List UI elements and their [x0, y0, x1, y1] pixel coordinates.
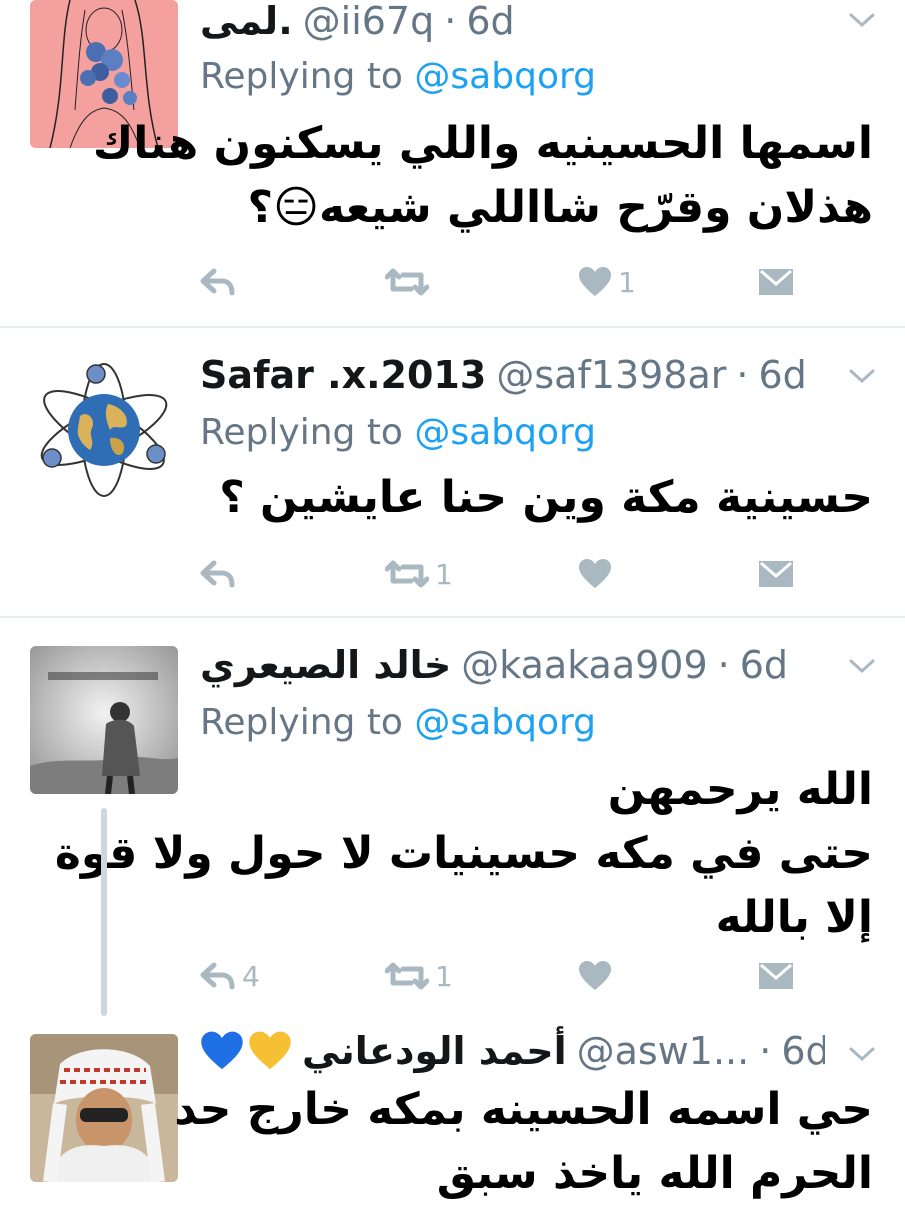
retweet-icon: [385, 962, 429, 990]
like-button[interactable]: 1: [578, 262, 636, 302]
chevron-down-icon[interactable]: [847, 656, 877, 676]
tweet-text-line: إلا بالله: [715, 892, 873, 943]
thread-connector-line: [101, 808, 107, 1016]
display-name[interactable]: Safar .x.2013: [200, 353, 486, 397]
envelope-icon: [759, 561, 793, 587]
tweet-text: حي اسمه الحسينه بمكه خارج حد الحرم الله …: [174, 1078, 873, 1206]
tweet-text: حسينية مكة وين حنا عايشين ؟: [200, 466, 873, 530]
chevron-down-icon[interactable]: [847, 1044, 877, 1064]
tweet-header: لمى. @ii67q · 6d: [200, 0, 825, 46]
display-name[interactable]: أحمد الودعاني: [302, 1029, 567, 1073]
timestamp[interactable]: 6d: [758, 353, 806, 397]
retweet-button[interactable]: [385, 262, 435, 302]
tweet-text: الله يرحمهن حتى في مكه حسينيات لا حول ول…: [54, 758, 873, 950]
retweet-button[interactable]: 1: [385, 554, 453, 594]
retweet-count: 1: [435, 557, 453, 591]
chevron-down-icon[interactable]: [847, 10, 877, 30]
replying-to-label: Replying to: [200, 412, 403, 453]
tweet-text-line: حي اسمه الحسينه بمكه خارج حد: [174, 1084, 873, 1135]
timestamp[interactable]: 6d: [466, 0, 514, 43]
direct-message-button[interactable]: [758, 956, 794, 996]
tweet-actions: 1: [200, 554, 800, 594]
tweet[interactable]: لمى. @ii67q · 6d Replying to @sabqorg اس…: [0, 0, 905, 326]
separator-dot: ·: [736, 353, 749, 397]
replying-to-label: Replying to: [200, 702, 403, 743]
reply-button[interactable]: [200, 262, 242, 302]
avatar[interactable]: [30, 1034, 178, 1182]
tweet-text-line: الله يرحمهن: [607, 764, 873, 815]
tweet[interactable]: أحمد الودعاني @asw1... · 6d حي اسمه الحس…: [0, 1020, 905, 1200]
retweet-icon: [385, 560, 429, 588]
mention-link[interactable]: @sabqorg: [414, 412, 596, 453]
avatar-image: [30, 350, 178, 498]
avatar-image: [30, 1034, 178, 1182]
tweet-header: أحمد الودعاني @asw1... · 6d: [200, 1026, 825, 1076]
retweet-icon: [385, 268, 429, 296]
heart-icon: [579, 559, 611, 588]
tweet[interactable]: Safar .x.2013 @saf1398ar · 6d Replying t…: [0, 328, 905, 616]
user-handle[interactable]: @kaakaa909: [461, 643, 707, 687]
yellow-heart-icon: [249, 1031, 291, 1070]
tweet-actions: 4 1: [200, 956, 800, 996]
direct-message-button[interactable]: [758, 554, 794, 594]
reply-icon: [200, 962, 235, 990]
like-count: 1: [618, 265, 636, 299]
mention-link[interactable]: @sabqorg: [414, 56, 596, 97]
replying-to: Replying to @sabqorg: [200, 412, 596, 453]
reply-icon: [200, 560, 235, 588]
heart-icon: [579, 961, 611, 990]
envelope-icon: [759, 269, 793, 295]
tweet-header: Safar .x.2013 @saf1398ar · 6d: [200, 350, 825, 400]
separator-dot: ·: [759, 1029, 772, 1073]
reply-button[interactable]: [200, 554, 242, 594]
tweet-text-line: اسمها الحسينيه واللي يسكنون هناك: [92, 118, 873, 169]
reply-icon: [200, 268, 235, 296]
replying-to: Replying to @sabqorg: [200, 56, 596, 97]
timestamp[interactable]: 6d: [740, 643, 788, 687]
tweet-actions: 1: [200, 262, 800, 302]
replying-to: Replying to @sabqorg: [200, 702, 596, 743]
separator-dot: ·: [444, 0, 457, 43]
user-handle[interactable]: @ii67q: [303, 0, 435, 43]
avatar[interactable]: [30, 350, 178, 498]
display-name[interactable]: خالد الصيعري: [200, 643, 451, 687]
retweet-count: 1: [435, 959, 453, 993]
replying-to-label: Replying to: [200, 56, 403, 97]
user-handle[interactable]: @saf1398ar: [496, 353, 726, 397]
chevron-down-icon[interactable]: [847, 366, 877, 386]
envelope-icon: [759, 963, 793, 989]
separator-dot: ·: [717, 643, 730, 687]
blue-heart-icon: [201, 1031, 243, 1070]
heart-icon: [579, 267, 611, 296]
tweet-text-line: هذلان وقرّح شااللي شيعه😑؟: [247, 182, 873, 233]
tweet-text-line: الحرم الله ياخذ سبق: [436, 1148, 873, 1199]
tweet-text-line: حتى في مكه حسينيات لا حول ولا قوة: [54, 828, 873, 879]
user-handle[interactable]: @asw1...: [577, 1029, 750, 1073]
tweet-header: خالد الصيعري @kaakaa909 · 6d: [200, 640, 825, 690]
tweet-text: اسمها الحسينيه واللي يسكنون هناك هذلان و…: [92, 112, 873, 240]
avatar-image: [30, 646, 178, 794]
display-name[interactable]: لمى.: [200, 0, 293, 43]
mention-link[interactable]: @sabqorg: [414, 702, 596, 743]
avatar[interactable]: [30, 646, 178, 794]
tweet-text-line: حسينية مكة وين حنا عايشين ؟: [219, 472, 873, 523]
tweet[interactable]: خالد الصيعري @kaakaa909 · 6d Replying to…: [0, 618, 905, 1020]
timestamp[interactable]: 6d: [781, 1029, 825, 1073]
like-button[interactable]: [578, 554, 618, 594]
reply-button[interactable]: 4: [200, 956, 260, 996]
heart-emojis: [200, 1031, 292, 1071]
retweet-button[interactable]: 1: [385, 956, 453, 996]
direct-message-button[interactable]: [758, 262, 794, 302]
reply-count: 4: [242, 959, 260, 993]
like-button[interactable]: [578, 956, 618, 996]
